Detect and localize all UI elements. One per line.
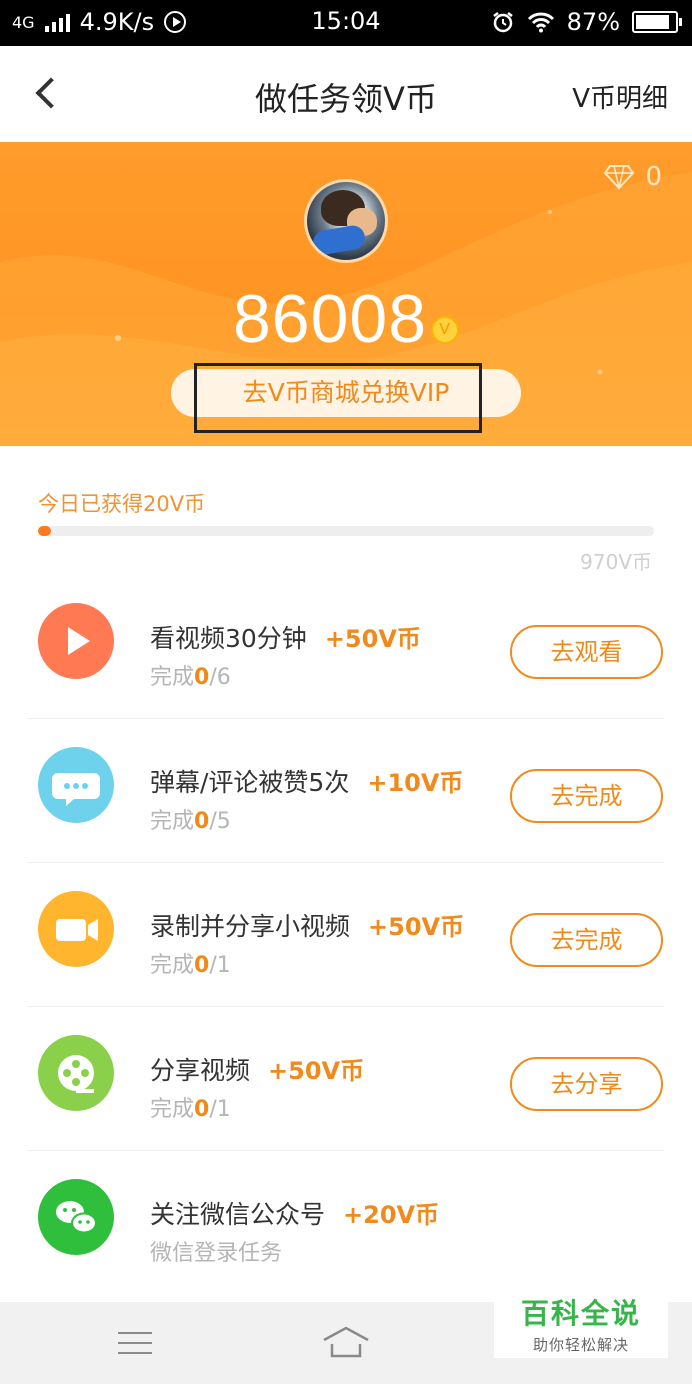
task-reward: +10V币 <box>367 769 464 797</box>
page: 4G 4.9K/s 15:04 87% 做任务领V币 V币明细 0 86008 … <box>0 0 692 1384</box>
task-reward: +50V币 <box>268 1057 365 1085</box>
task-reward: +50V币 <box>368 913 465 941</box>
go-watch-button[interactable]: 去观看 <box>510 625 663 679</box>
status-bar: 4G 4.9K/s 15:04 87% <box>0 0 692 46</box>
film-reel-icon <box>38 1035 114 1111</box>
task-status: 完成0/1 <box>150 1097 231 1122</box>
status-right: 87% <box>491 8 682 36</box>
task-title: 关注微信公众号 +20V币 <box>150 1200 440 1229</box>
home-icon[interactable] <box>322 1326 370 1360</box>
task-status: 完成0/5 <box>150 809 231 834</box>
wechat-icon <box>38 1179 114 1255</box>
go-complete-button[interactable]: 去完成 <box>510 769 663 823</box>
video-camera-icon <box>38 891 114 967</box>
watermark: 百科全说 助你轻松解决 <box>494 1288 668 1358</box>
watermark-title: 百科全说 <box>520 1297 641 1330</box>
wifi-icon <box>527 12 554 33</box>
task-item-watch-video: 看视频30分钟 +50V币 完成0/6 去观看 <box>0 575 692 719</box>
battery-icon <box>632 11 682 33</box>
v-coin-details-link[interactable]: V币明细 <box>572 78 668 115</box>
task-status: 完成0/6 <box>150 665 231 690</box>
task-status: 完成0/1 <box>150 953 231 978</box>
watermark-subtitle: 助你轻松解决 <box>532 1336 629 1354</box>
menu-icon[interactable] <box>118 1332 152 1356</box>
highlight-box <box>194 363 482 433</box>
go-share-button[interactable]: 去分享 <box>510 1057 663 1111</box>
today-earned-label: 今日已获得20V币 <box>38 492 206 516</box>
daily-progress-bar <box>38 526 654 536</box>
task-title: 看视频30分钟 +50V币 <box>150 624 421 653</box>
balance-value: 86008 <box>232 281 428 357</box>
go-complete-button[interactable]: 去完成 <box>510 913 663 967</box>
diamond-balance[interactable]: 0 <box>603 162 662 192</box>
nav-bar: 做任务领V币 V币明细 <box>0 46 692 142</box>
daily-max-label: 970V币 <box>580 550 652 574</box>
task-subtitle: 微信登录任务 <box>150 1241 283 1266</box>
task-item-record-video: 录制并分享小视频 +50V币 完成0/1 去完成 <box>0 863 692 1007</box>
chat-bubble-icon <box>38 747 114 823</box>
alarm-icon <box>492 12 513 33</box>
v-coin-icon: V <box>431 316 460 345</box>
play-icon <box>38 603 114 679</box>
task-title: 弹幕/评论被赞5次 +10V币 <box>150 768 464 797</box>
task-title: 录制并分享小视频 +50V币 <box>150 912 465 941</box>
battery-percent: 87% <box>566 8 620 36</box>
task-title: 分享视频 +50V币 <box>150 1056 365 1085</box>
avatar[interactable] <box>304 179 388 263</box>
task-item-share-video: 分享视频 +50V币 完成0/1 去分享 <box>0 1007 692 1151</box>
progress-fill <box>38 526 51 536</box>
task-reward: +50V币 <box>324 625 421 653</box>
task-reward: +20V币 <box>343 1201 440 1229</box>
diamond-count: 0 <box>645 162 662 192</box>
v-coin-balance: 86008 V <box>0 280 692 358</box>
task-item-follow-wechat[interactable]: 关注微信公众号 +20V币 微信登录任务 <box>0 1151 692 1295</box>
diamond-icon <box>604 165 635 190</box>
task-item-comments-liked: 弹幕/评论被赞5次 +10V币 完成0/5 去完成 <box>0 719 692 863</box>
